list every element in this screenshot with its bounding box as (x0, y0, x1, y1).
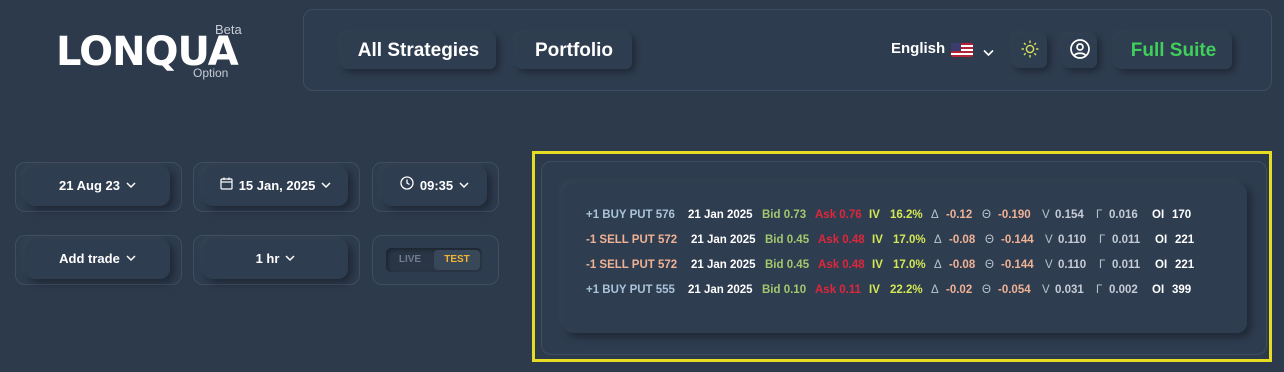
trade-delta: -0.08 (949, 259, 976, 271)
time-label: 09:35 (419, 178, 454, 193)
trade-oi: 221 (1175, 259, 1195, 271)
trade-theta: -0.054 (998, 284, 1031, 296)
trade-gamma: 0.011 (1112, 234, 1141, 246)
trade-delta-sym: Δ (931, 209, 939, 221)
trade-theta-sym: Θ (985, 234, 994, 246)
start-date-select[interactable]: 21 Aug 23 (25, 166, 170, 206)
trade-bid: Bid 0.45 (765, 259, 810, 271)
live-test-toggle[interactable]: LIVE TEST (386, 248, 482, 272)
trade-delta-sym: Δ (934, 234, 942, 246)
trade-ask: Ask 0.48 (818, 259, 865, 271)
trade-theta: -0.144 (1001, 234, 1034, 246)
trade-date: 21 Jan 2025 (691, 234, 756, 246)
trade-theta-sym: Θ (982, 209, 991, 221)
expiry-date-select[interactable]: 15 Jan, 2025 (203, 166, 348, 206)
trade-ask: Ask 0.48 (818, 234, 865, 246)
trade-date: 21 Jan 2025 (688, 284, 753, 296)
trade-gamma: 0.002 (1109, 284, 1138, 296)
trade-oi-label: OI (1152, 284, 1165, 296)
chevron-down-icon (459, 166, 469, 206)
trade-iv: 17.0% (893, 234, 926, 246)
trade-iv-label: IV (869, 209, 880, 221)
trade-date: 21 Jan 2025 (688, 209, 753, 221)
trade-gamma: 0.011 (1112, 259, 1141, 271)
trade-gamma-sym: Γ (1099, 259, 1106, 271)
trade-iv-label: IV (869, 284, 880, 296)
trade-bid: Bid 0.73 (762, 209, 807, 221)
trade-iv-label: IV (872, 259, 883, 271)
trade-oi-label: OI (1152, 209, 1165, 221)
calendar-icon (220, 166, 233, 206)
trade-ask: Ask 0.76 (815, 209, 862, 221)
trade-vega: 0.154 (1055, 209, 1084, 221)
trade-gamma: 0.016 (1109, 209, 1138, 221)
trade-delta-sym: Δ (931, 284, 939, 296)
trade-vega-sym: V (1042, 284, 1050, 296)
trade-action: +1 BUY PUT 576 (586, 209, 675, 221)
beta-badge: Beta (215, 22, 242, 37)
trade-vega-sym: V (1045, 234, 1053, 246)
user-icon (1069, 38, 1091, 65)
trade-delta-sym: Δ (934, 259, 942, 271)
trade-oi-label: OI (1155, 234, 1168, 246)
account-button[interactable] (1063, 34, 1097, 68)
trade-iv: 17.0% (893, 259, 926, 271)
trade-bid: Bid 0.45 (765, 234, 810, 246)
trade-oi: 170 (1172, 209, 1192, 221)
chevron-down-icon (321, 166, 331, 206)
mode-test-option[interactable]: TEST (434, 250, 480, 270)
clock-icon (400, 166, 414, 206)
trade-theta-sym: Θ (982, 284, 991, 296)
trade-delta: -0.12 (946, 209, 973, 221)
trade-gamma-sym: Γ (1096, 284, 1103, 296)
trade-vega: 0.031 (1055, 284, 1084, 296)
trade-theta-sym: Θ (985, 259, 994, 271)
nav-portfolio[interactable]: Portfolio (516, 33, 632, 69)
trade-vega: 0.110 (1058, 259, 1087, 271)
chevron-down-icon (126, 239, 136, 279)
trade-vega-sym: V (1042, 209, 1050, 221)
brand-subtitle: Option (193, 66, 229, 80)
time-select[interactable]: 09:35 (382, 166, 487, 206)
trade-iv-label: IV (872, 234, 883, 246)
trade-bid: Bid 0.10 (762, 284, 807, 296)
trade-oi-label: OI (1155, 259, 1168, 271)
interval-select[interactable]: 1 hr (203, 239, 348, 279)
trade-iv: 22.2% (890, 284, 923, 296)
add-trade-select[interactable]: Add trade (25, 239, 170, 279)
trade-action: +1 BUY PUT 555 (586, 284, 675, 296)
chevron-down-icon[interactable] (983, 44, 994, 62)
trade-action: -1 SELL PUT 572 (586, 259, 678, 271)
trade-ask: Ask 0.11 (815, 284, 862, 296)
expiry-date-label: 15 Jan, 2025 (238, 178, 316, 193)
trade-oi: 221 (1175, 234, 1195, 246)
us-flag-icon (951, 43, 973, 57)
nav-all-strategies[interactable]: All Strategies (341, 33, 496, 69)
interval-label: 1 hr (255, 251, 280, 266)
language-selector[interactable]: English (891, 40, 945, 57)
chevron-down-icon (285, 239, 295, 279)
full-suite-button[interactable]: Full Suite (1115, 33, 1232, 69)
theme-toggle-button[interactable] (1013, 34, 1047, 68)
start-date-label: 21 Aug 23 (59, 178, 120, 193)
trade-action: -1 SELL PUT 572 (586, 234, 678, 246)
trade-theta: -0.144 (1001, 259, 1034, 271)
trade-delta: -0.08 (949, 234, 976, 246)
add-trade-label: Add trade (59, 251, 120, 266)
sun-icon (1020, 39, 1040, 64)
trade-oi: 399 (1172, 284, 1192, 296)
trade-gamma-sym: Γ (1096, 209, 1103, 221)
trade-gamma-sym: Γ (1099, 234, 1106, 246)
trade-iv: 16.2% (890, 209, 923, 221)
mode-live-option[interactable]: LIVE (386, 248, 434, 272)
trade-vega: 0.110 (1058, 234, 1087, 246)
trade-delta: -0.02 (946, 284, 973, 296)
trade-vega-sym: V (1045, 259, 1053, 271)
trade-theta: -0.190 (998, 209, 1031, 221)
trade-date: 21 Jan 2025 (691, 259, 756, 271)
chevron-down-icon (126, 166, 136, 206)
